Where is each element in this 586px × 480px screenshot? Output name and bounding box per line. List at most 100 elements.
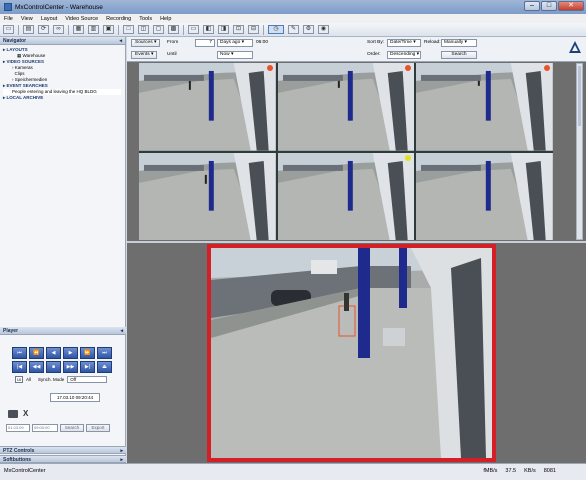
player-search-button[interactable]: Search	[60, 424, 84, 432]
step-back-button[interactable]: |◀	[12, 361, 27, 373]
menu-tools[interactable]: Tools	[139, 16, 152, 22]
camera-image	[211, 248, 492, 458]
mode-box[interactable]: 10	[15, 376, 23, 383]
menu-help[interactable]: Help	[160, 16, 171, 22]
pin-icon[interactable]: ◂	[119, 37, 122, 45]
zoom-icon[interactable]: ⊡	[233, 25, 244, 34]
step-forward-button[interactable]: ▶|	[80, 361, 95, 373]
time-field[interactable]: 09:00:00	[32, 424, 58, 432]
close-x-icon[interactable]: X	[23, 409, 28, 418]
split-view-icon[interactable]: ◫	[138, 25, 149, 34]
layout-grid-icon[interactable]: ▦	[73, 25, 84, 34]
pin-icon[interactable]: ◂	[120, 327, 123, 335]
reload-select[interactable]: Manually ▾	[441, 39, 477, 47]
play-back-button[interactable]: ◀	[46, 347, 61, 359]
player-title: Player	[3, 328, 19, 334]
last-frame-button[interactable]: ⏭	[97, 347, 112, 359]
slow-forward-button[interactable]: ▶▶	[63, 361, 78, 373]
open-layout-icon[interactable]: ▤	[23, 25, 34, 34]
title-bar: MxControlCenter - Warehouse – □ ✕	[0, 0, 586, 14]
slow-back-button[interactable]: ◀◀	[29, 361, 44, 373]
menu-recording[interactable]: Recording	[106, 16, 131, 22]
sync-icon[interactable]: ⟳	[38, 25, 49, 34]
layout-icon[interactable]: ▩	[168, 25, 179, 34]
synch-mode-label: Synch. Mode	[38, 377, 65, 382]
camera-tile[interactable]	[139, 63, 276, 151]
all-label: All	[26, 377, 32, 382]
date-field[interactable]: 01.03.09	[6, 424, 30, 432]
softbuttons-panel: Softbuttons ▸	[0, 455, 126, 463]
new-layout-icon[interactable]: ▭	[3, 25, 14, 34]
close-button[interactable]: ✕	[558, 1, 584, 11]
link-icon[interactable]: ∞	[53, 25, 64, 34]
order-select[interactable]: Descending ▾	[387, 51, 421, 59]
menu-view[interactable]: View	[21, 16, 33, 22]
settings-icon[interactable]: ⚙	[303, 25, 314, 34]
snapshot-icon[interactable]	[8, 409, 18, 418]
reload-label: Reload:	[424, 40, 441, 45]
navigator-header[interactable]: Navigator ◂	[0, 37, 125, 45]
toolbar-separator	[18, 24, 19, 35]
camera-tile[interactable]	[277, 63, 415, 151]
maximize-button[interactable]: □	[541, 1, 557, 11]
softbuttons-header[interactable]: Softbuttons ▸	[0, 455, 126, 463]
wrench-icon[interactable]: ✎	[288, 25, 299, 34]
search-button[interactable]: Search	[441, 51, 477, 59]
from-unit-select[interactable]: Days ago ▾	[217, 39, 253, 47]
sort-select[interactable]: Date/Time ▾	[387, 39, 421, 47]
camera-tile[interactable]	[277, 152, 415, 240]
from-label: From	[167, 40, 179, 45]
camera-tile[interactable]	[416, 152, 553, 240]
player-header[interactable]: Player ◂	[0, 327, 126, 335]
sources-button[interactable]: Sources ▾	[131, 39, 161, 47]
menu-file[interactable]: File	[4, 16, 13, 22]
play-button[interactable]: ▶	[63, 347, 78, 359]
from-time[interactable]: 06:00	[256, 40, 268, 45]
app-icon	[4, 3, 12, 11]
export-icon[interactable]: ⊟	[248, 25, 259, 34]
toolbar-separator	[68, 24, 69, 35]
stop-button[interactable]: ■	[46, 361, 61, 373]
video-source-icon[interactable]: ▣	[103, 25, 114, 34]
camera-tile[interactable]	[416, 63, 553, 151]
player-panel: Player ◂ ⏮ ⏪ ◀ ▶ ⏩ ⏭ |◀ ◀◀ ■ ▶▶ ▶| ⏏ 10 …	[0, 327, 126, 432]
export-button[interactable]: Export	[86, 424, 110, 432]
history-icon[interactable]: ◷	[268, 25, 284, 34]
ptz-title: PTZ Controls	[3, 448, 35, 454]
camera-marker	[266, 65, 273, 71]
ptz-header[interactable]: PTZ Controls ▸	[0, 446, 126, 454]
until-label: Until	[167, 52, 177, 57]
first-frame-button[interactable]: ⏮	[12, 347, 27, 359]
scrollbar-thumb[interactable]	[578, 66, 581, 126]
view-splitter[interactable]	[127, 241, 586, 243]
grid-scrollbar[interactable]	[576, 63, 583, 240]
selected-camera-view[interactable]	[207, 244, 496, 462]
status-bar: MxControlCenter fMB/s 37.5 KB/s 8081	[0, 463, 586, 480]
toolbar-separator	[263, 24, 264, 35]
minimize-button[interactable]: –	[524, 1, 540, 11]
expand-icon[interactable]: ▸	[120, 447, 123, 455]
eject-button[interactable]: ⏏	[97, 361, 112, 373]
record-icon[interactable]: ◨	[218, 25, 229, 34]
full-view-icon[interactable]: ▢	[153, 25, 164, 34]
fast-forward-button[interactable]: ⏩	[80, 347, 95, 359]
sequence-icon[interactable]: ▥	[88, 25, 99, 34]
menu-layout[interactable]: Layout	[41, 16, 58, 22]
monitor-icon[interactable]: ▭	[188, 25, 199, 34]
until-select[interactable]: Now ▾	[217, 51, 253, 59]
camera-tile[interactable]	[139, 152, 276, 240]
toolbar-separator	[118, 24, 119, 35]
from-value-field[interactable]: 7	[195, 39, 215, 47]
camera-icon[interactable]: ◧	[203, 25, 214, 34]
sync-row: 10 All Synch. Mode Off	[15, 376, 126, 383]
rewind-button[interactable]: ⏪	[29, 347, 44, 359]
order-label: Order:	[367, 52, 381, 57]
nav-section-local-archive[interactable]: ▸ LOCAL ARCHIVE	[3, 95, 125, 101]
menu-video-source[interactable]: Video Source	[65, 16, 98, 22]
status-kb-label: KB/s	[524, 468, 536, 474]
synch-mode-select[interactable]: Off	[67, 376, 108, 383]
window-icon[interactable]: □	[123, 25, 134, 34]
events-button[interactable]: Events ▾	[131, 51, 158, 59]
status-kb-value: 8081	[543, 468, 556, 474]
info-icon[interactable]: ◉	[318, 25, 329, 34]
